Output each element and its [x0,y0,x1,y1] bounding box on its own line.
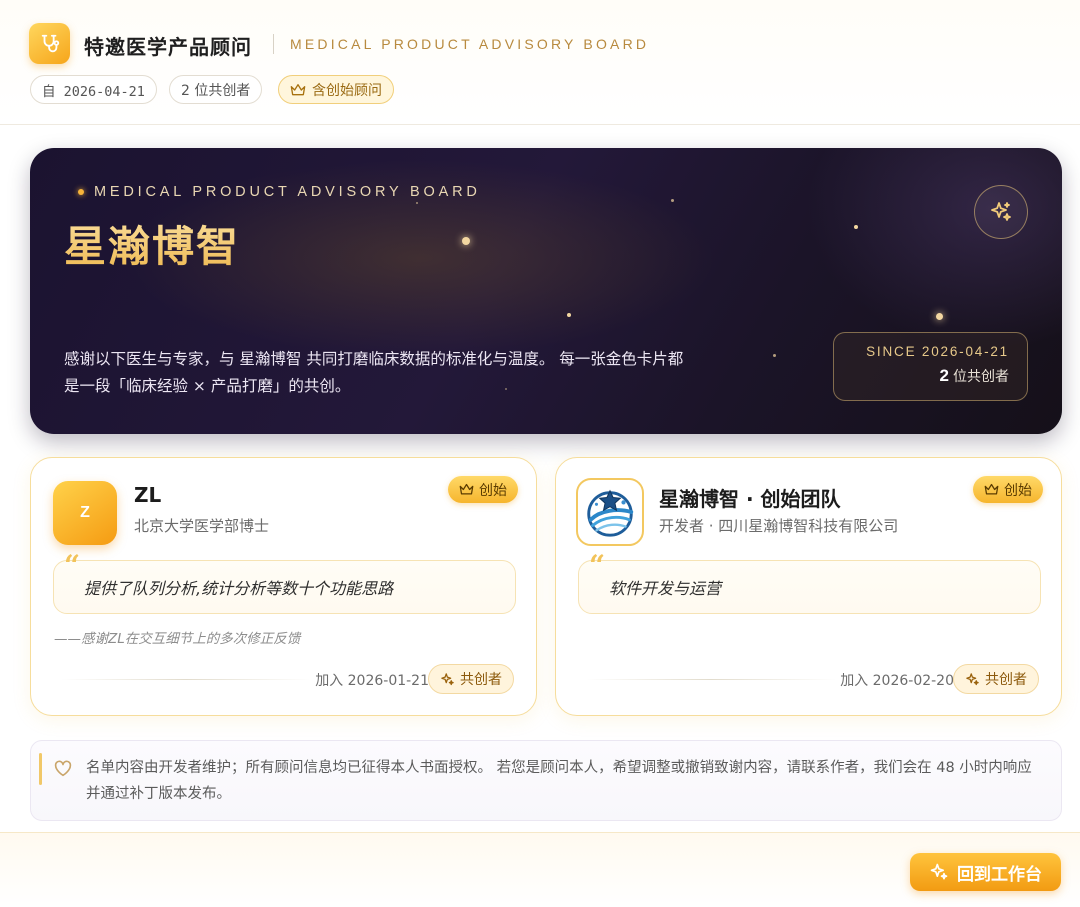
advisor-card: 星瀚博智 · 创始团队 开发者 · 四川星瀚博智科技有限公司 创始 “ 软件开发… [555,457,1062,716]
cocreator-count-suffix: 位共创者 [953,369,1009,385]
crown-icon [459,483,474,495]
since-label: SINCE 2026-04-21 [866,344,1009,359]
star-decoration [936,313,943,320]
sparkles-icon[interactable] [974,185,1028,239]
advisor-name: ZL [134,483,162,507]
eyebrow-dot [78,189,84,195]
founder-badge-label: 创始 [479,482,507,499]
since-chip: 自 2026-04-21 [30,75,157,104]
advisor-quote: “ 软件开发与运营 [578,552,1041,614]
star-decoration [773,354,776,357]
cocreator-count-number: 2 [939,366,949,385]
sparkles-icon [441,672,454,685]
notice-text: 名单内容由开发者维护；所有顾问信息均已征得本人书面授权。 若您是顾问本人，希望调… [86,760,1032,802]
page-header: 特邀医学产品顾问 MEDICAL PRODUCT ADVISORY BOARD … [0,0,1080,125]
hero-description: 感谢以下医生与专家，与 星瀚博智 共同打磨临床数据的标准化与温度。 每一张金色卡… [64,350,684,395]
stethoscope-icon [29,23,70,64]
founder-chip: 含创始顾问 [278,75,394,104]
cocreator-badge: 共创者 [953,664,1039,694]
quote-text: 软件开发与运营 [609,579,722,598]
count-chip-label: 2 位共创者 [181,82,251,99]
star-decoration [462,237,470,245]
back-to-workspace-button[interactable]: 回到工作台 [910,853,1061,891]
advisor-role: 北京大学医学部博士 [134,517,270,535]
header-divider [273,34,274,54]
since-chip-label: 自 2026-04-21 [42,83,145,100]
page-subtitle: MEDICAL PRODUCT ADVISORY BOARD [290,36,650,52]
sparkles-icon [966,672,979,685]
thanks-note: ——感谢ZL在交互细节上的多次修正反馈 [54,631,301,647]
hero-eyebrow: MEDICAL PRODUCT ADVISORY BOARD [78,184,481,200]
advisor-name: 星瀚博智 · 创始团队 [659,487,841,511]
founder-badge: 创始 [973,476,1043,503]
quote-mark-icon: “ [64,549,81,582]
advisor-card: Z ZL 北京大学医学部博士 创始 “ 提供了队列分析,统计分析等数十个功能思路… [30,457,537,716]
quote-text: 提供了队列分析,统计分析等数十个功能思路 [84,579,394,598]
crown-icon [290,83,306,95]
crown-icon [984,483,999,495]
founder-chip-label: 含创始顾问 [312,82,382,99]
star-decoration [567,313,571,317]
notice-accent-bar [39,753,42,785]
join-date: 加入 2026-01-21 [315,673,429,689]
privacy-notice: 名单内容由开发者维护；所有顾问信息均已征得本人书面授权。 若您是顾问本人，希望调… [30,740,1062,821]
star-decoration [854,225,858,229]
back-button-label: 回到工作台 [957,864,1042,885]
join-date: 加入 2026-02-20 [840,673,954,689]
cocreator-badge-label: 共创者 [460,672,502,688]
page-footer: 回到工作台 [0,832,1080,907]
sparkles-icon [930,863,948,880]
heart-icon [54,760,72,777]
card-divider [61,679,311,680]
count-chip: 2 位共创者 [169,75,263,104]
card-divider [586,679,836,680]
advisor-role: 开发者 · 四川星瀚博智科技有限公司 [659,517,899,535]
founder-badge-label: 创始 [1004,482,1032,499]
since-summary: SINCE 2026-04-21 2 位共创者 [833,332,1028,401]
hero-eyebrow-text: MEDICAL PRODUCT ADVISORY BOARD [94,184,481,200]
cocreator-badge-label: 共创者 [985,672,1027,688]
avatar: Z [53,481,117,545]
advisor-quote: “ 提供了队列分析,统计分析等数十个功能思路 [53,552,516,614]
hero-banner: MEDICAL PRODUCT ADVISORY BOARD 星瀚博智 感谢以下… [30,148,1062,434]
founder-badge: 创始 [448,476,518,503]
star-decoration [416,202,418,204]
page-title: 特邀医学产品顾问 [84,35,252,59]
hero-title: 星瀚博智 [64,213,240,274]
company-logo-icon [576,478,644,546]
quote-mark-icon: “ [589,549,606,582]
cocreator-count: 2 位共创者 [834,366,1009,386]
cocreator-badge: 共创者 [428,664,514,694]
star-decoration [671,199,674,202]
